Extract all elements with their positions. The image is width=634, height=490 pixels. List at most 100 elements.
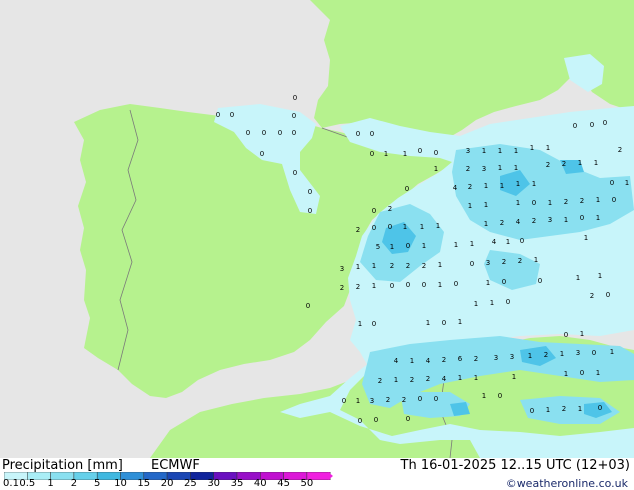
value-label: 0 bbox=[230, 111, 234, 119]
value-label: 1 bbox=[358, 320, 362, 328]
value-label: 0 bbox=[592, 349, 596, 357]
value-label: 1 bbox=[458, 318, 462, 326]
value-label: 0 bbox=[454, 280, 458, 288]
value-label: 3 bbox=[340, 265, 344, 273]
value-label: 0 bbox=[590, 121, 594, 129]
value-label: 1 bbox=[546, 406, 550, 414]
value-label: 0 bbox=[390, 282, 394, 290]
value-label: 0 bbox=[406, 281, 410, 289]
value-label: 1 bbox=[500, 182, 504, 190]
legend-tick-label: 40 bbox=[253, 478, 267, 489]
value-label: 1 bbox=[594, 159, 598, 167]
value-label: 0 bbox=[246, 129, 250, 137]
value-label: 3 bbox=[510, 353, 514, 361]
value-label: 1 bbox=[372, 262, 376, 270]
value-label: 0 bbox=[564, 331, 568, 339]
value-label: 4 bbox=[426, 357, 431, 365]
value-label: 0 bbox=[580, 214, 584, 222]
value-label: 0 bbox=[538, 277, 542, 285]
value-label: 0 bbox=[306, 302, 310, 310]
value-label: 1 bbox=[560, 350, 564, 358]
value-label: 1 bbox=[596, 369, 600, 377]
value-label: 0 bbox=[260, 150, 264, 158]
value-label: 1 bbox=[482, 392, 486, 400]
legend-tick-label: 0.5 bbox=[19, 478, 36, 489]
value-label: 1 bbox=[356, 397, 360, 405]
value-label: 4 bbox=[394, 357, 399, 365]
value-label: 0 bbox=[598, 404, 602, 412]
value-label: 2 bbox=[564, 198, 568, 206]
value-label: 3 bbox=[482, 165, 486, 173]
value-label: 1 bbox=[474, 300, 478, 308]
value-label: 1 bbox=[372, 282, 376, 290]
legend-tick-label: 50 bbox=[300, 478, 314, 489]
legend-tick-label: 30 bbox=[207, 478, 221, 489]
value-label: 2 bbox=[544, 351, 548, 359]
value-label: 1 bbox=[516, 180, 520, 188]
value-label: 0 bbox=[532, 199, 536, 207]
legend-tick-label: 15 bbox=[137, 478, 151, 489]
value-label: 0 bbox=[506, 298, 510, 306]
value-label: 0 bbox=[442, 319, 446, 327]
footer: Precipitation [mm] ECMWF Th 16-01-2025 1… bbox=[0, 458, 634, 490]
value-label: 0 bbox=[356, 130, 360, 138]
value-label: 0 bbox=[262, 129, 266, 137]
value-label: 1 bbox=[490, 299, 494, 307]
value-label: 2 bbox=[562, 405, 566, 413]
value-label: 2 bbox=[500, 219, 504, 227]
value-label: 0 bbox=[342, 397, 346, 405]
value-label: 1 bbox=[470, 240, 474, 248]
value-label: 1 bbox=[584, 234, 588, 242]
value-label: 1 bbox=[384, 150, 388, 158]
value-label: 1 bbox=[532, 180, 536, 188]
value-label: 0 bbox=[502, 278, 506, 286]
value-label: 1 bbox=[512, 373, 516, 381]
legend-tick-label: 35 bbox=[230, 478, 244, 489]
value-label: 0 bbox=[405, 185, 409, 193]
value-label: 2 bbox=[378, 377, 382, 385]
value-label: 3 bbox=[576, 349, 580, 357]
value-label: 2 bbox=[532, 217, 536, 225]
value-label: 0 bbox=[418, 395, 422, 403]
value-label: 1 bbox=[548, 199, 552, 207]
value-label: 1 bbox=[530, 144, 534, 152]
value-label: 2 bbox=[442, 356, 446, 364]
value-label: 4 bbox=[492, 238, 497, 246]
value-label: 1 bbox=[498, 164, 502, 172]
value-label: 0 bbox=[434, 395, 438, 403]
value-label: 1 bbox=[514, 164, 518, 172]
value-label: 1 bbox=[454, 241, 458, 249]
value-label: 4 bbox=[516, 218, 521, 226]
value-label: 1 bbox=[486, 279, 490, 287]
value-label: 1 bbox=[394, 376, 398, 384]
value-label: 2 bbox=[618, 146, 622, 154]
value-label: 6 bbox=[458, 355, 463, 363]
value-label: 2 bbox=[340, 284, 344, 292]
value-label: 1 bbox=[564, 370, 568, 378]
value-label: 0 bbox=[612, 196, 616, 204]
value-label: 1 bbox=[474, 374, 478, 382]
value-label: 3 bbox=[486, 259, 490, 267]
value-label: 0 bbox=[470, 260, 474, 268]
value-label: 1 bbox=[506, 238, 510, 246]
value-label: 0 bbox=[520, 237, 524, 245]
value-label: 2 bbox=[402, 396, 406, 404]
value-label: 2 bbox=[580, 197, 584, 205]
legend-tick-label: 2 bbox=[70, 478, 78, 489]
value-label: 0 bbox=[610, 179, 614, 187]
value-label: 1 bbox=[390, 243, 394, 251]
value-label: 2 bbox=[422, 262, 426, 270]
value-label: 1 bbox=[458, 374, 462, 382]
value-label: 2 bbox=[590, 292, 594, 300]
value-label: 1 bbox=[596, 196, 600, 204]
value-label: 1 bbox=[356, 263, 360, 271]
value-label: 1 bbox=[438, 261, 442, 269]
value-label: 5 bbox=[376, 243, 380, 251]
value-label: 1 bbox=[580, 330, 584, 338]
value-label: 1 bbox=[484, 201, 488, 209]
value-label: 1 bbox=[438, 281, 442, 289]
value-label: 2 bbox=[466, 165, 470, 173]
value-label: 0 bbox=[580, 369, 584, 377]
value-label: 0 bbox=[308, 207, 312, 215]
value-label: 2 bbox=[390, 262, 394, 270]
